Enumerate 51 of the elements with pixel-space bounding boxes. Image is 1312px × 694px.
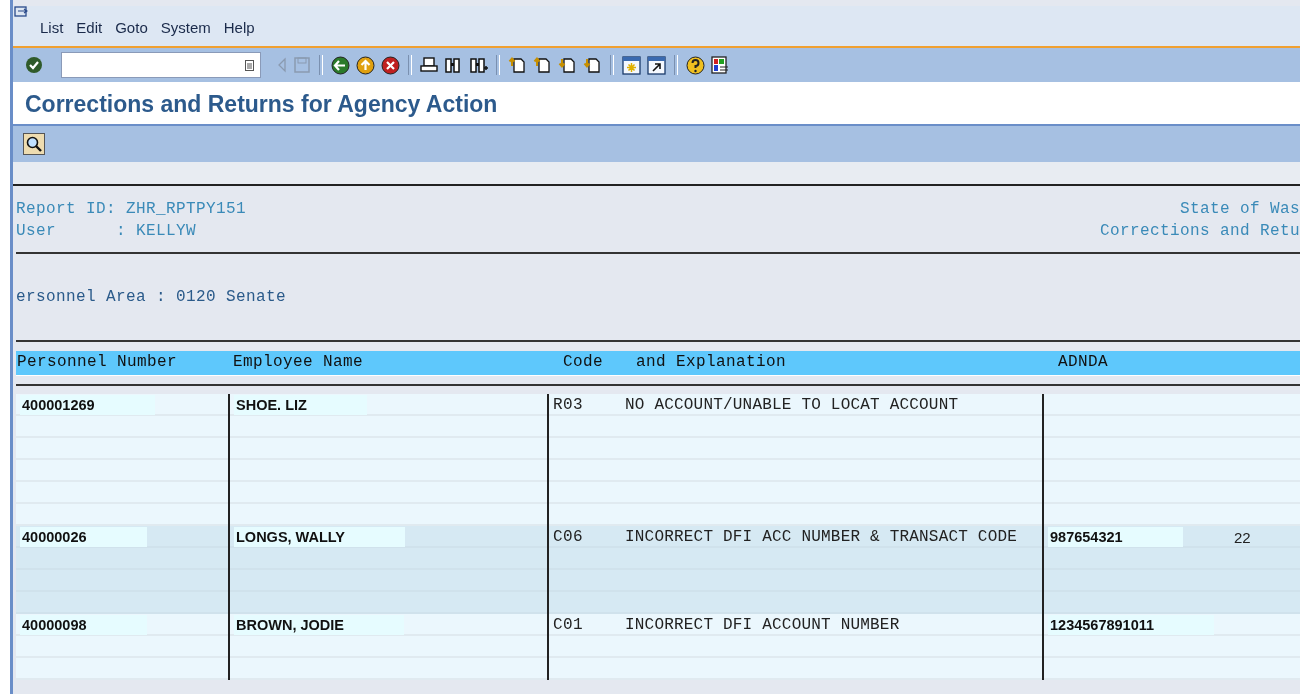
- menu-item[interactable]: Help: [223, 19, 255, 36]
- column-header: and Explanation: [636, 353, 787, 371]
- command-field[interactable]: [61, 52, 261, 78]
- layout-icon[interactable]: [711, 56, 729, 74]
- table-cell-text: C06: [553, 528, 584, 546]
- menu-toggle-icon[interactable]: [14, 6, 28, 18]
- table-cell: 40000026: [20, 527, 147, 547]
- table-cell: NO ACCOUNT/UNABLE TO LOCAT ACCOUNT: [625, 396, 959, 414]
- menu-item[interactable]: System: [160, 19, 211, 36]
- menu-item[interactable]: List: [40, 19, 64, 36]
- menu-item[interactable]: Goto: [115, 19, 148, 36]
- table-cell: INCORRECT DFI ACC NUMBER & TRANSACT CODE: [625, 528, 1018, 546]
- execute-button[interactable]: [23, 133, 45, 155]
- print-icon[interactable]: [420, 56, 438, 74]
- column-header: Personnel Number: [17, 353, 178, 371]
- table-cell: INCORRECT DFI ACCOUNT NUMBER: [625, 616, 900, 634]
- table-cell: 987654321: [1048, 527, 1183, 547]
- table-cell: 400001269: [20, 395, 155, 415]
- column-header: Employee Name: [233, 353, 364, 371]
- report-info-line: Corrections and Retu: [1099, 221, 1300, 242]
- history-icon[interactable]: [245, 59, 254, 71]
- table-cell: 40000098: [20, 615, 147, 635]
- table-cell: 1234567891011: [1048, 615, 1215, 635]
- enter-icon[interactable]: [25, 56, 43, 74]
- table-cell-text: C01: [553, 616, 584, 634]
- magnifier-icon: [26, 136, 42, 152]
- table-cell: 22: [1234, 528, 1251, 546]
- back-icon[interactable]: [331, 55, 350, 75]
- new-window-icon[interactable]: [622, 55, 641, 75]
- exit-icon[interactable]: [356, 55, 375, 75]
- next-page-icon[interactable]: [558, 56, 577, 74]
- menu-item[interactable]: Edit: [76, 19, 103, 36]
- report-info-line: User : KELLYW: [16, 221, 198, 242]
- shortcut-icon[interactable]: [647, 55, 666, 75]
- prev-page-icon[interactable]: [533, 56, 552, 74]
- binoculars-plus-icon[interactable]: [469, 56, 488, 74]
- table-cell: SHOE. LIZ: [234, 395, 367, 415]
- last-page-icon[interactable]: [583, 56, 602, 74]
- table-cell: BROWN, JODIE: [234, 615, 404, 635]
- report-info-line: State of Was: [1178, 199, 1300, 220]
- table-cell-text: R03: [553, 396, 584, 414]
- help-icon[interactable]: [686, 55, 705, 75]
- binoculars-icon[interactable]: [444, 56, 463, 74]
- table-cell: LONGS, WALLY: [234, 527, 406, 547]
- column-header: Code: [563, 353, 603, 371]
- report-info-line: Report ID: ZHR_RPTPY151: [16, 199, 247, 220]
- column-header: ADNDA: [1058, 353, 1108, 371]
- personnel-area-line: ersonnel Area : 0120 Senate: [16, 288, 287, 306]
- screen-title: Corrections and Returns for Agency Action: [25, 90, 498, 118]
- cancel-icon[interactable]: [381, 55, 400, 75]
- first-page-icon[interactable]: [508, 56, 527, 74]
